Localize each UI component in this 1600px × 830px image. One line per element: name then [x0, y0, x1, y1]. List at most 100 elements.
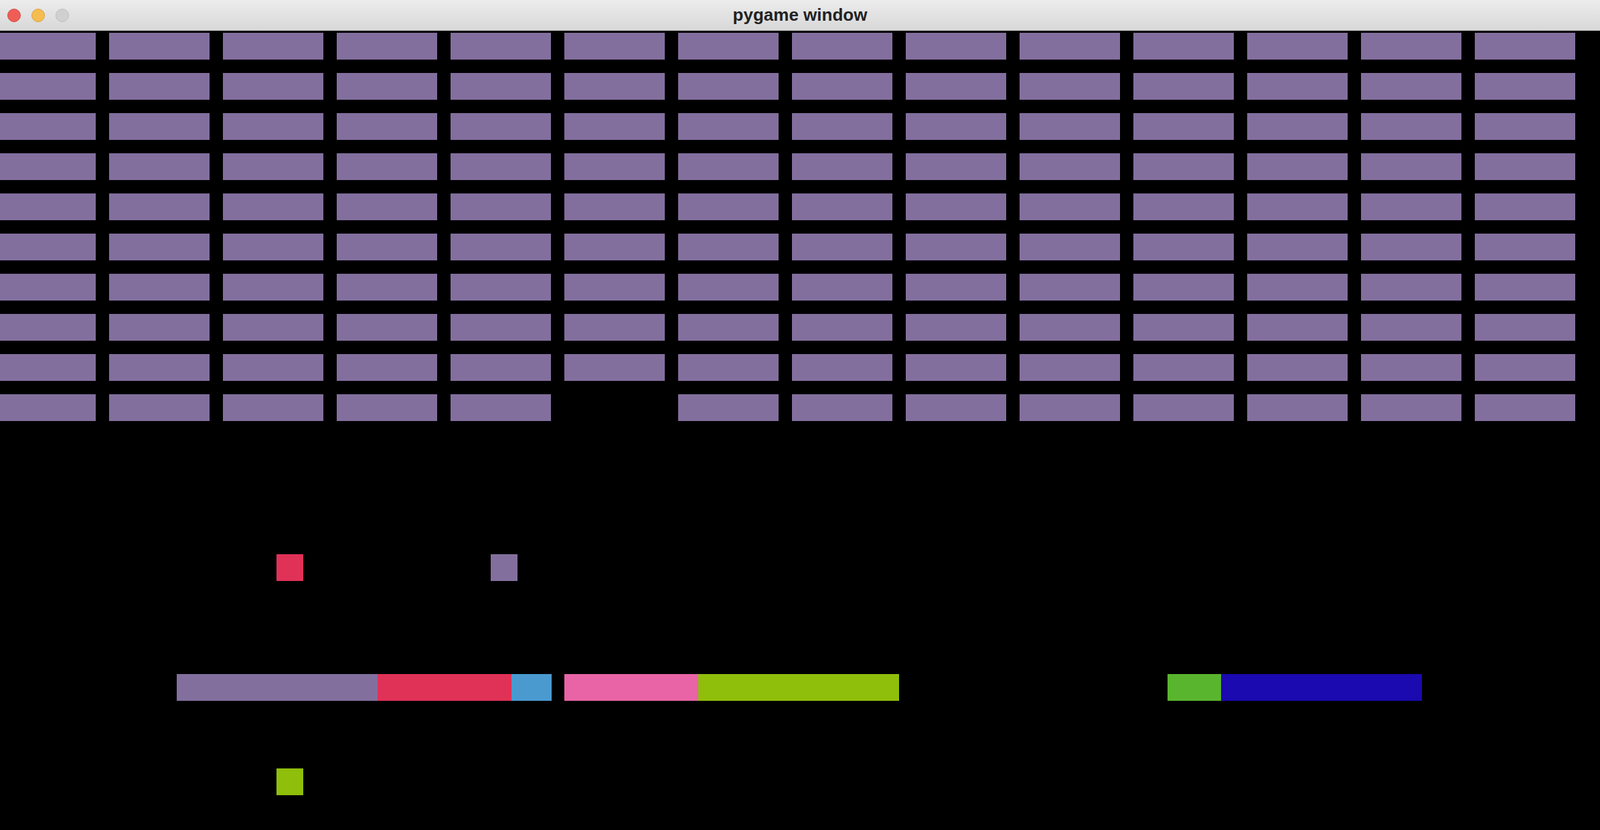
brick [1019, 354, 1120, 381]
brick [109, 394, 210, 422]
brick [564, 233, 665, 261]
brick [1247, 32, 1348, 60]
game-canvas[interactable] [0, 30, 1600, 830]
brick [222, 394, 324, 422]
brick [791, 193, 893, 221]
brick [1474, 113, 1576, 140]
brick [1474, 313, 1576, 341]
brick [222, 193, 324, 221]
brick [1361, 72, 1462, 100]
brick [109, 354, 210, 381]
falling-piece [276, 554, 304, 582]
brick [564, 273, 665, 301]
brick [1474, 72, 1576, 100]
brick [450, 354, 551, 381]
brick [450, 273, 551, 301]
brick [564, 72, 665, 100]
brick [0, 273, 96, 301]
brick [1133, 233, 1234, 261]
game-window: pygame window [0, 0, 1600, 830]
brick [0, 72, 96, 100]
brick [336, 193, 438, 221]
brick [1361, 153, 1462, 181]
brick [109, 72, 210, 100]
brick [109, 32, 210, 60]
brick [678, 394, 779, 422]
brick [678, 113, 779, 140]
brick [905, 32, 1007, 60]
brick [222, 313, 324, 341]
brick [109, 233, 210, 261]
brick [905, 233, 1007, 261]
brick [678, 233, 779, 261]
brick [564, 313, 665, 341]
brick [1019, 113, 1120, 140]
brick [109, 153, 210, 181]
brick [1247, 394, 1348, 422]
brick [1019, 72, 1120, 100]
brick [222, 153, 324, 181]
brick [791, 113, 893, 140]
brick [905, 113, 1007, 140]
brick [450, 153, 551, 181]
brick [1361, 354, 1462, 381]
brick [450, 113, 551, 140]
brick [336, 32, 438, 60]
title-bar: pygame window [0, 0, 1600, 31]
brick [1247, 354, 1348, 381]
brick [564, 113, 665, 140]
brick [0, 153, 96, 181]
paddle-segment [511, 674, 552, 701]
brick [1361, 273, 1462, 301]
minimize-icon[interactable] [31, 8, 45, 23]
brick [1019, 193, 1120, 221]
brick [222, 273, 324, 301]
brick [1361, 113, 1462, 140]
brick [336, 153, 438, 181]
brick [678, 313, 779, 341]
brick [1133, 394, 1234, 422]
brick [791, 313, 893, 341]
brick [0, 32, 96, 60]
brick [1474, 153, 1576, 181]
brick [678, 354, 779, 381]
brick [564, 153, 665, 181]
brick [222, 233, 324, 261]
brick [1133, 273, 1234, 301]
maximize-icon [55, 8, 69, 23]
paddle-segment [1221, 674, 1422, 701]
brick [1361, 32, 1462, 60]
brick [791, 354, 893, 381]
brick [564, 193, 665, 221]
brick [1474, 394, 1576, 422]
brick [1247, 72, 1348, 100]
brick [1019, 273, 1120, 301]
brick [791, 394, 893, 422]
brick [0, 113, 96, 140]
brick [336, 233, 438, 261]
brick [1247, 233, 1348, 261]
brick [450, 193, 551, 221]
brick [791, 273, 893, 301]
brick [336, 394, 438, 422]
brick [791, 32, 893, 60]
brick [1133, 313, 1234, 341]
brick [1247, 273, 1348, 301]
brick [905, 72, 1007, 100]
brick [905, 273, 1007, 301]
brick [450, 32, 551, 60]
brick [222, 32, 324, 60]
brick [1361, 193, 1462, 221]
brick [450, 72, 551, 100]
brick [109, 313, 210, 341]
close-icon[interactable] [7, 8, 21, 23]
brick [905, 354, 1007, 381]
brick [0, 233, 96, 261]
brick [1361, 394, 1462, 422]
brick [336, 354, 438, 381]
brick [222, 72, 324, 100]
brick [1474, 193, 1576, 221]
brick [678, 32, 779, 60]
paddle-segment [377, 674, 512, 701]
brick [1133, 354, 1234, 381]
